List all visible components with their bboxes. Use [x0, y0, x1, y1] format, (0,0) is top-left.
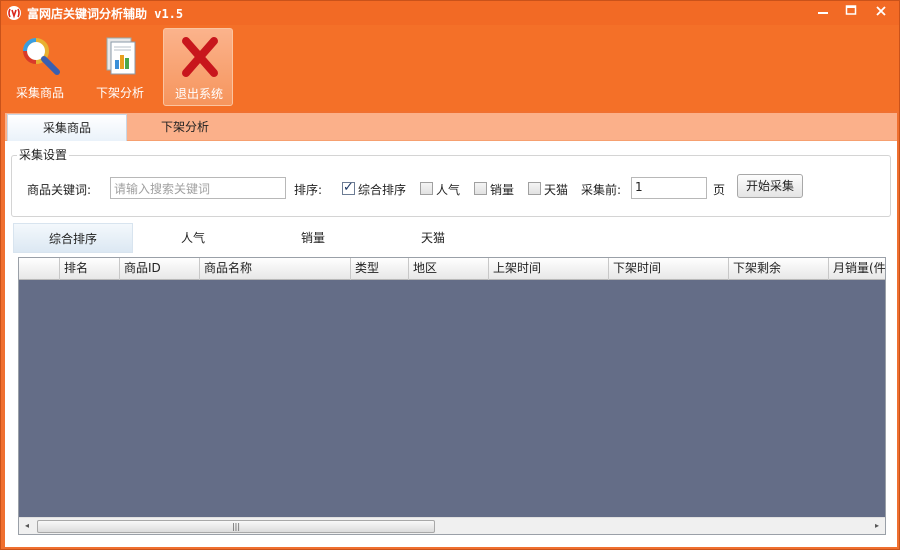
exit-system-button[interactable]: 退出系统 [163, 28, 233, 106]
sort-popularity-checkbox[interactable] [420, 182, 433, 195]
sort-tmall-label[interactable]: 天猫 [544, 181, 568, 198]
subtab-tmall[interactable]: 天猫 [373, 223, 493, 253]
sort-popularity-label[interactable]: 人气 [436, 181, 460, 198]
collect-goods-label: 采集商品 [15, 86, 64, 100]
search-icon [23, 38, 60, 75]
minimize-icon [818, 12, 828, 14]
exit-x-icon [182, 37, 218, 77]
sort-label: 排序: [294, 183, 323, 197]
offshelf-analysis-button[interactable]: 下架分析 [85, 28, 155, 106]
column-header-rank[interactable]: 排名 [60, 258, 120, 280]
maximize-icon [845, 5, 857, 15]
horizontal-scrollbar[interactable]: ◂ ||| ▸ [19, 517, 885, 534]
tab-collect-goods[interactable]: 采集商品 [7, 114, 127, 141]
close-icon [876, 6, 886, 16]
main-tabbar: 采集商品 下架分析 [5, 113, 897, 141]
collect-settings-legend: 采集设置 [17, 146, 70, 163]
scroll-right-arrow-icon[interactable]: ▸ [869, 518, 885, 534]
exit-system-label: 退出系统 [174, 87, 223, 101]
collect-goods-panel: 采集设置 商品关键词: 请输入搜索关键词 排序: 综合排序 人气 销量 天猫 采… [5, 141, 897, 547]
column-header-item-id[interactable]: 商品ID [120, 258, 200, 280]
sort-comprehensive-label[interactable]: 综合排序 [358, 181, 406, 198]
subtab-comprehensive[interactable]: 综合排序 [13, 223, 133, 253]
scrollbar-thumb[interactable]: ||| [37, 520, 435, 533]
maximize-button[interactable] [837, 2, 865, 22]
sort-tmall-checkbox[interactable] [528, 182, 541, 195]
column-header-monthly-sales[interactable]: 月销量(件 [829, 258, 885, 280]
collect-goods-button[interactable]: 采集商品 [5, 28, 75, 106]
sort-sales-checkbox[interactable] [474, 182, 487, 195]
subtab-sales[interactable]: 销量 [253, 223, 373, 253]
column-header-type[interactable]: 类型 [351, 258, 409, 280]
scroll-left-arrow-icon[interactable]: ◂ [19, 518, 35, 534]
toolbar: 采集商品 下架分析 退出系统 [1, 25, 899, 111]
column-header-region[interactable]: 地区 [409, 258, 489, 280]
minimize-button[interactable] [809, 2, 837, 22]
report-icon [106, 37, 136, 75]
sort-sales-label[interactable]: 销量 [490, 181, 514, 198]
pages-unit: 页 [713, 183, 726, 197]
close-button[interactable] [867, 2, 895, 22]
title-bar: 富网店关键词分析辅助 v1.5 [1, 1, 899, 25]
subtab-popularity[interactable]: 人气 [133, 223, 253, 253]
pages-label: 采集前: [581, 183, 622, 197]
pages-input[interactable]: 1 [631, 177, 707, 199]
offshelf-analysis-label: 下架分析 [95, 86, 144, 100]
app-logo-icon [7, 6, 21, 20]
column-header-item-name[interactable]: 商品名称 [200, 258, 351, 280]
column-header-rowhead[interactable] [19, 258, 60, 280]
column-header-delist-time[interactable]: 下架时间 [609, 258, 729, 280]
window-title: 富网店关键词分析辅助 v1.5 [27, 7, 184, 21]
grid-header: 排名 商品ID 商品名称 类型 地区 上架时间 下架时间 下架剩余 月销量(件 [19, 258, 885, 280]
app-window: 富网店关键词分析辅助 v1.5 采集商品 下架分析 退出系统 采集商品 下架分析… [0, 0, 900, 550]
keyword-input[interactable]: 请输入搜索关键词 [110, 177, 286, 199]
keyword-label: 商品关键词: [27, 183, 92, 197]
column-header-listed-time[interactable]: 上架时间 [489, 258, 609, 280]
sort-comprehensive-checkbox[interactable] [342, 180, 355, 195]
results-grid[interactable]: 排名 商品ID 商品名称 类型 地区 上架时间 下架时间 下架剩余 月销量(件 … [18, 257, 886, 535]
column-header-delist-remaining[interactable]: 下架剩余 [729, 258, 829, 280]
start-collect-button[interactable]: 开始采集 [737, 174, 803, 198]
tab-offshelf-analysis[interactable]: 下架分析 [125, 114, 245, 141]
